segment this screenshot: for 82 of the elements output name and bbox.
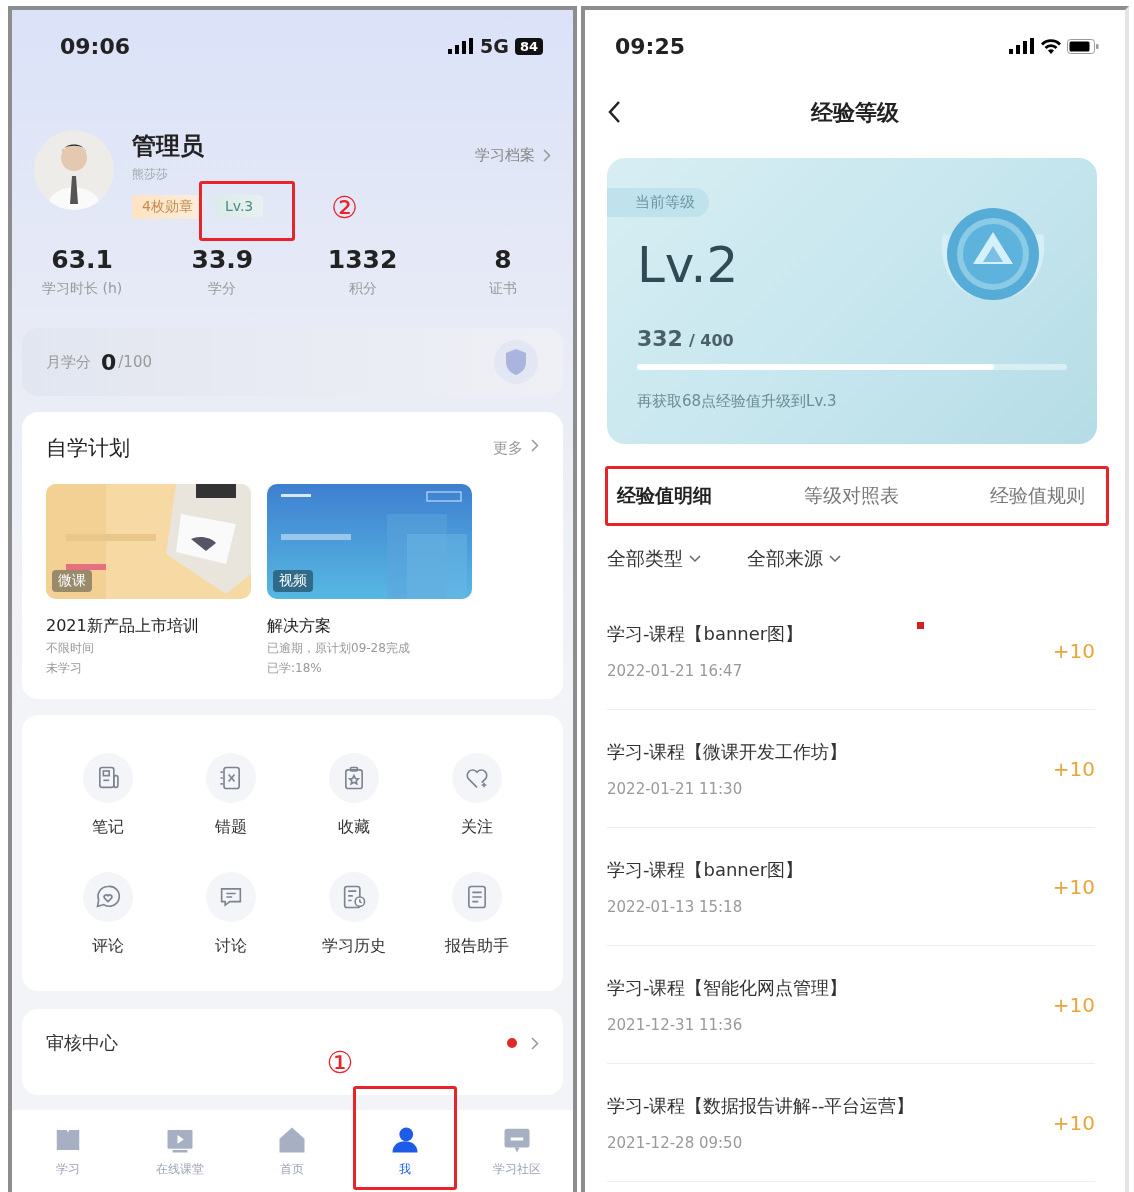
course-type-tag: 视频	[273, 570, 313, 592]
shortcut-label[interactable]: 学习历史	[322, 936, 387, 957]
status-time: 09:06	[60, 33, 131, 59]
record-points: +10	[1052, 1110, 1095, 1135]
course-info: 不限时间	[46, 640, 95, 657]
level-tag: 当前等级	[607, 188, 709, 217]
shortcut-label[interactable]: 错题	[214, 817, 247, 838]
stat-value: 33.9	[191, 245, 254, 274]
shortcut-label[interactable]: 评论	[91, 936, 124, 957]
detail-tab[interactable]: 经验值明细	[617, 483, 712, 509]
filter-dropdown[interactable]: 全部来源	[747, 546, 841, 572]
stat-label: 积分	[348, 280, 377, 298]
record-time: 2022-01-21 16:47	[607, 661, 743, 680]
level-name: Lv.2	[637, 236, 739, 294]
network-label: 5G	[480, 35, 509, 57]
shortcut-icon[interactable]	[82, 872, 133, 922]
shortcut-icon[interactable]	[452, 753, 503, 803]
record-time: 2022-01-13 15:18	[607, 897, 743, 916]
shortcut-icon[interactable]	[205, 872, 256, 922]
record-time: 2022-01-21 11:30	[607, 779, 743, 798]
wifi-icon	[1041, 38, 1061, 54]
callout-number: ①	[326, 1048, 354, 1078]
record-title: 学习-课程【banner图】	[607, 621, 804, 646]
credit-total: /100	[118, 353, 152, 371]
chevron-icon	[543, 149, 551, 162]
status-time: 09:25	[615, 33, 686, 59]
shortcut-label[interactable]: 笔记	[91, 817, 124, 838]
section-title: 自学计划	[46, 435, 130, 462]
chevron-icon	[531, 438, 539, 452]
record-title: 学习-课程【数据报告讲解--平台运营】	[607, 1093, 915, 1118]
shortcut-icon[interactable]	[82, 753, 133, 803]
course-info: 未学习	[46, 660, 83, 677]
record-points: +10	[1052, 992, 1095, 1017]
user-subtitle: 熊莎莎	[132, 166, 169, 183]
shortcut-icon[interactable]	[205, 753, 256, 803]
credit-label: 月学分	[46, 352, 91, 372]
shortcut-label[interactable]: 讨论	[214, 936, 247, 957]
shortcut-icon[interactable]	[329, 753, 380, 803]
course-title[interactable]: 2021新产品上市培训	[46, 616, 251, 637]
shortcut-icon[interactable]	[452, 872, 503, 922]
stat-label: 学习时长 (h)	[42, 280, 123, 298]
record-points: +10	[1052, 756, 1095, 781]
points-value: 332 / 400	[637, 326, 734, 351]
shortcut-label[interactable]: 收藏	[338, 817, 371, 838]
course-info: 已学:18%	[267, 660, 323, 677]
section-title: 审核中心	[46, 1031, 118, 1055]
stat-label: 学分	[208, 280, 237, 298]
level-hint: 再获取68点经验值升级到Lv.3	[637, 392, 837, 411]
record-title: 学习-课程【banner图】	[607, 857, 804, 882]
course-info: 已逾期，原计划09-28完成	[267, 640, 411, 657]
record-title: 学习-课程【智能化网点管理】	[607, 975, 848, 1000]
shortcut-label[interactable]: 报告助手	[445, 936, 510, 957]
battery-level: 84	[514, 37, 543, 55]
record-time: 2021-12-31 11:36	[607, 1015, 743, 1034]
chevron-down-icon	[829, 555, 841, 563]
detail-tab[interactable]: 等级对照表	[803, 483, 899, 509]
shortcut-label[interactable]: 关注	[461, 817, 494, 838]
course-title[interactable]: 解决方案	[267, 616, 472, 637]
user-name: 管理员	[132, 131, 205, 162]
stat-value: 8	[494, 245, 512, 274]
detail-tab[interactable]: 经验值规则	[990, 483, 1085, 509]
signal-icon	[448, 38, 475, 54]
chevron-down-icon	[689, 555, 701, 563]
record-points: +10	[1052, 874, 1095, 899]
course-type-tag: 微课	[52, 570, 92, 592]
chevron-icon	[531, 1036, 539, 1050]
callout-number: ②	[330, 193, 358, 223]
stat-label: 证书	[488, 280, 517, 298]
battery-icon	[1067, 38, 1099, 54]
page-title: 经验等级	[809, 99, 900, 127]
record-points: +10	[1052, 638, 1095, 663]
stat-value: 63.1	[51, 245, 113, 274]
nav-tab[interactable]: 我	[348, 1110, 461, 1192]
shortcut-icon[interactable]	[329, 872, 380, 922]
record-title: 学习-课程【微课开发工作坊】	[607, 739, 848, 764]
stat-value: 1332	[327, 245, 398, 274]
filter-dropdown[interactable]: 全部类型	[607, 546, 701, 572]
signal-icon	[1009, 38, 1035, 54]
record-time: 2021-12-28 09:50	[607, 1133, 743, 1152]
shield-icon	[493, 339, 539, 385]
credit-value: 0	[101, 349, 117, 375]
square-mark	[917, 622, 924, 629]
